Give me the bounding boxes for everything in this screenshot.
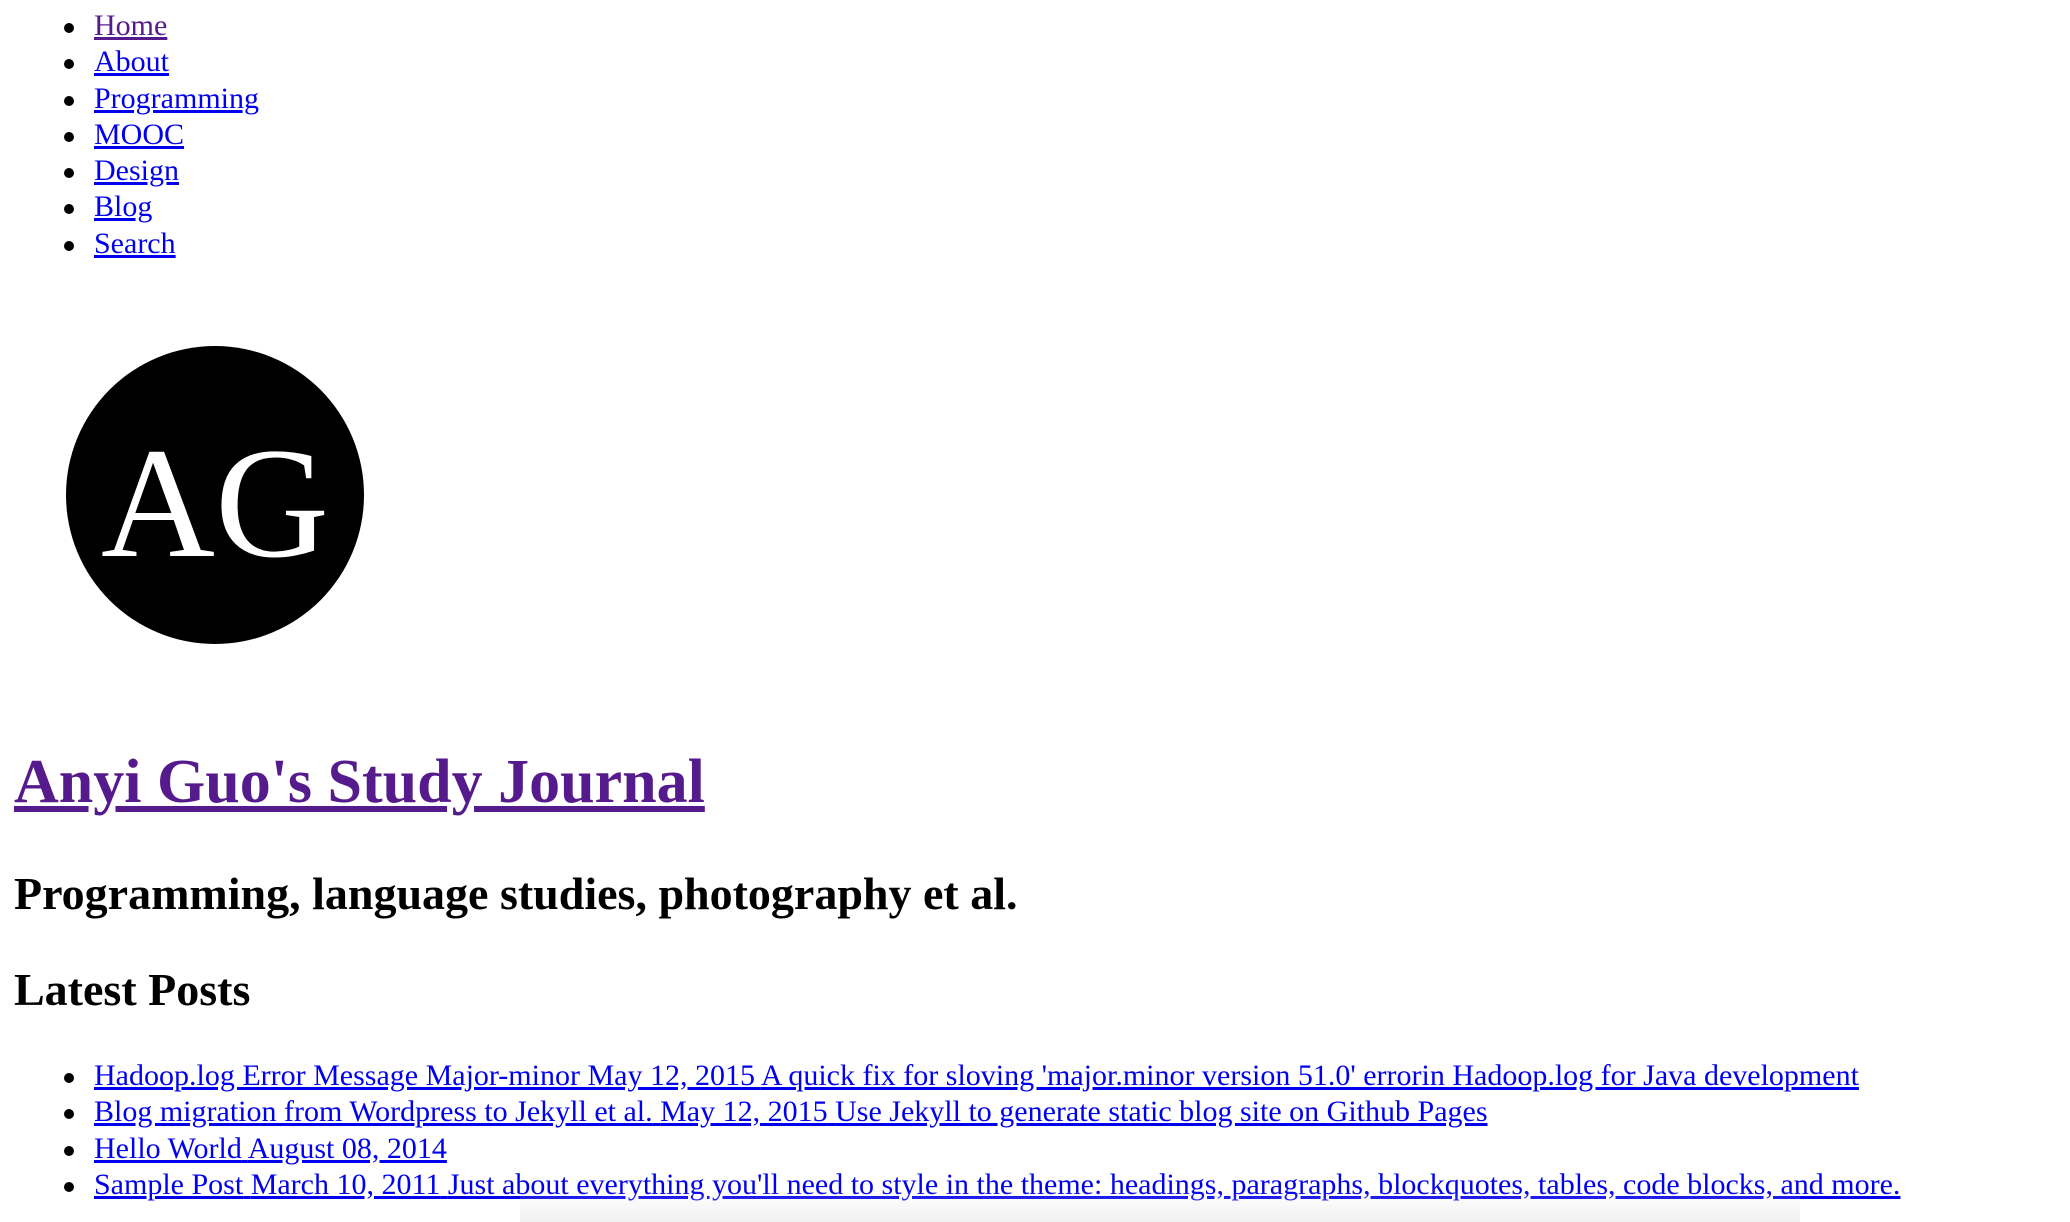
logo-monogram: AG — [101, 416, 329, 591]
post-excerpt: A quick fix for sloving 'major.minor ver… — [760, 1059, 1859, 1092]
nav-link-search[interactable]: Search — [94, 227, 176, 260]
site-logo: AG — [66, 346, 364, 644]
post-link[interactable]: Hadoop.log Error Message Major-minor May … — [94, 1059, 1859, 1092]
nav-link-home[interactable]: Home — [94, 9, 167, 42]
post-date: March 10, 2011 — [250, 1167, 441, 1201]
post-link[interactable]: Sample Post March 10, 2011 Just about ever… — [94, 1168, 1900, 1201]
main-nav: Home About Programming MOOC Design Blog … — [63, 8, 259, 262]
post-date: May 12, 2015 — [587, 1059, 755, 1092]
site-tagline: Programming, language studies, photograp… — [14, 868, 1018, 919]
nav-link-blog[interactable]: Blog — [94, 190, 152, 223]
latest-posts-list: Hadoop.log Error Message Major-minor May … — [63, 1058, 1900, 1203]
logo-text: AG — [101, 416, 329, 591]
nav-link-design[interactable]: Design — [94, 154, 179, 187]
post-title: Blog migration from Wordpress to Jekyll … — [94, 1095, 653, 1129]
nav-item-search: Search — [63, 226, 259, 262]
site-title-link[interactable]: Anyi Guo's Study Journal — [14, 748, 705, 816]
nav-item-mooc: MOOC — [63, 117, 259, 153]
nav-item-programming: Programming — [63, 81, 259, 117]
post-list-item: Hadoop.log Error Message Major-minor May … — [63, 1058, 1900, 1094]
nav-item-design: Design — [63, 153, 259, 189]
latest-posts-heading: Latest Posts — [14, 964, 251, 1015]
post-title: Hadoop.log Error Message Major-minor — [94, 1059, 580, 1092]
post-title: Sample Post — [94, 1167, 244, 1201]
nav-item-home: Home — [63, 8, 259, 44]
post-title: Hello World — [94, 1131, 242, 1165]
post-date: May 12, 2015 — [660, 1095, 828, 1129]
nav-item-blog: Blog — [63, 189, 259, 225]
nav-link-about[interactable]: About — [94, 45, 169, 78]
nav-link-mooc[interactable]: MOOC — [94, 118, 184, 151]
nav-link-programming[interactable]: Programming — [94, 82, 259, 115]
post-list-item: Hello World August 08, 2014 — [63, 1131, 1900, 1167]
post-list-item: Sample Post March 10, 2011 Just about ever… — [63, 1167, 1900, 1203]
post-excerpt: Just about everything you'll need to sty… — [447, 1167, 1901, 1201]
post-list-item: Blog migration from Wordpress to Jekyll … — [63, 1094, 1900, 1130]
post-link[interactable]: Hello World August 08, 2014 — [94, 1132, 447, 1165]
post-date: August 08, 2014 — [247, 1131, 447, 1165]
site-title: Anyi Guo's Study Journal — [14, 746, 705, 818]
nav-item-about: About — [63, 44, 259, 80]
post-excerpt: Use Jekyll to generate static blog site … — [835, 1095, 1488, 1129]
post-link[interactable]: Blog migration from Wordpress to Jekyll … — [94, 1095, 1488, 1128]
